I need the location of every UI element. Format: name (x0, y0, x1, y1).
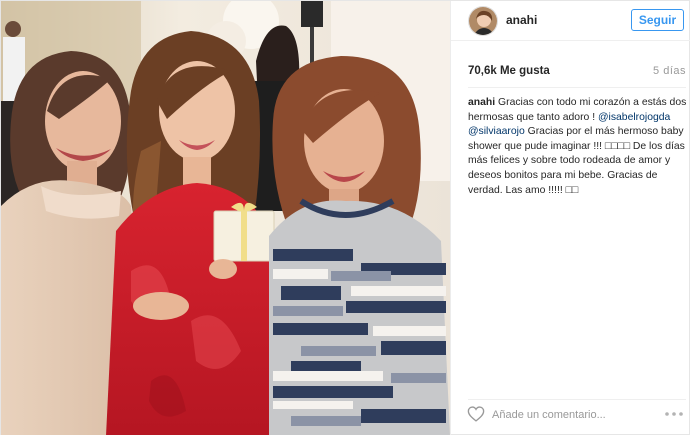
more-options-icon[interactable] (663, 407, 685, 421)
instagram-post: anahi Seguir 70,6k Me gusta 5 días anahi… (0, 0, 690, 435)
divider (468, 399, 686, 400)
caption-emoji: □□ (565, 184, 579, 196)
avatar-image (469, 7, 497, 35)
heart-outline-icon[interactable] (467, 406, 485, 422)
caption-mention[interactable]: @silviaarojo (468, 126, 525, 137)
photo-illustration (1, 1, 450, 435)
divider (468, 87, 686, 88)
caption-mention[interactable]: @isabelrojogda (598, 112, 670, 123)
post-header: anahi Seguir (451, 1, 690, 41)
post-caption: anahi Gracias con todo mi corazón a está… (468, 96, 690, 198)
post-timestamp[interactable]: 5 días (653, 65, 686, 77)
post-stats: 70,6k Me gusta 5 días (468, 65, 686, 81)
username[interactable]: anahi (506, 13, 537, 27)
post-details-panel: anahi Seguir 70,6k Me gusta 5 días anahi… (450, 1, 690, 435)
post-photo[interactable] (1, 1, 450, 435)
comment-input[interactable] (492, 407, 637, 423)
like-count[interactable]: 70,6k Me gusta (468, 65, 550, 77)
caption-emoji: □□□□ (604, 140, 630, 152)
caption-username[interactable]: anahi (468, 97, 495, 108)
follow-button[interactable]: Seguir (631, 9, 684, 31)
avatar[interactable] (468, 6, 498, 36)
